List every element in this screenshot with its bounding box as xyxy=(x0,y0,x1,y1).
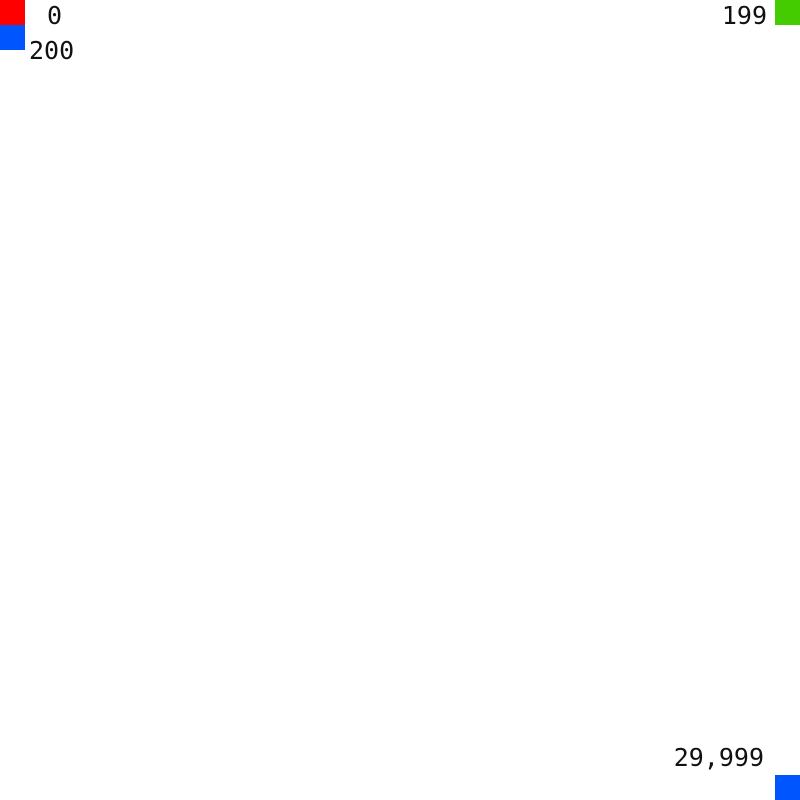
marker-square-200 xyxy=(0,25,25,50)
marker-label-29999: 29,999 xyxy=(673,743,764,772)
marker-square-199 xyxy=(775,0,800,25)
marker-label-199: 199 xyxy=(721,1,767,30)
grid-canvas: 0 199 200 29,999 xyxy=(0,0,800,800)
marker-square-29999 xyxy=(775,775,800,800)
marker-label-200: 200 xyxy=(29,36,75,65)
marker-label-0: 0 xyxy=(47,1,63,30)
marker-square-0 xyxy=(0,0,25,25)
